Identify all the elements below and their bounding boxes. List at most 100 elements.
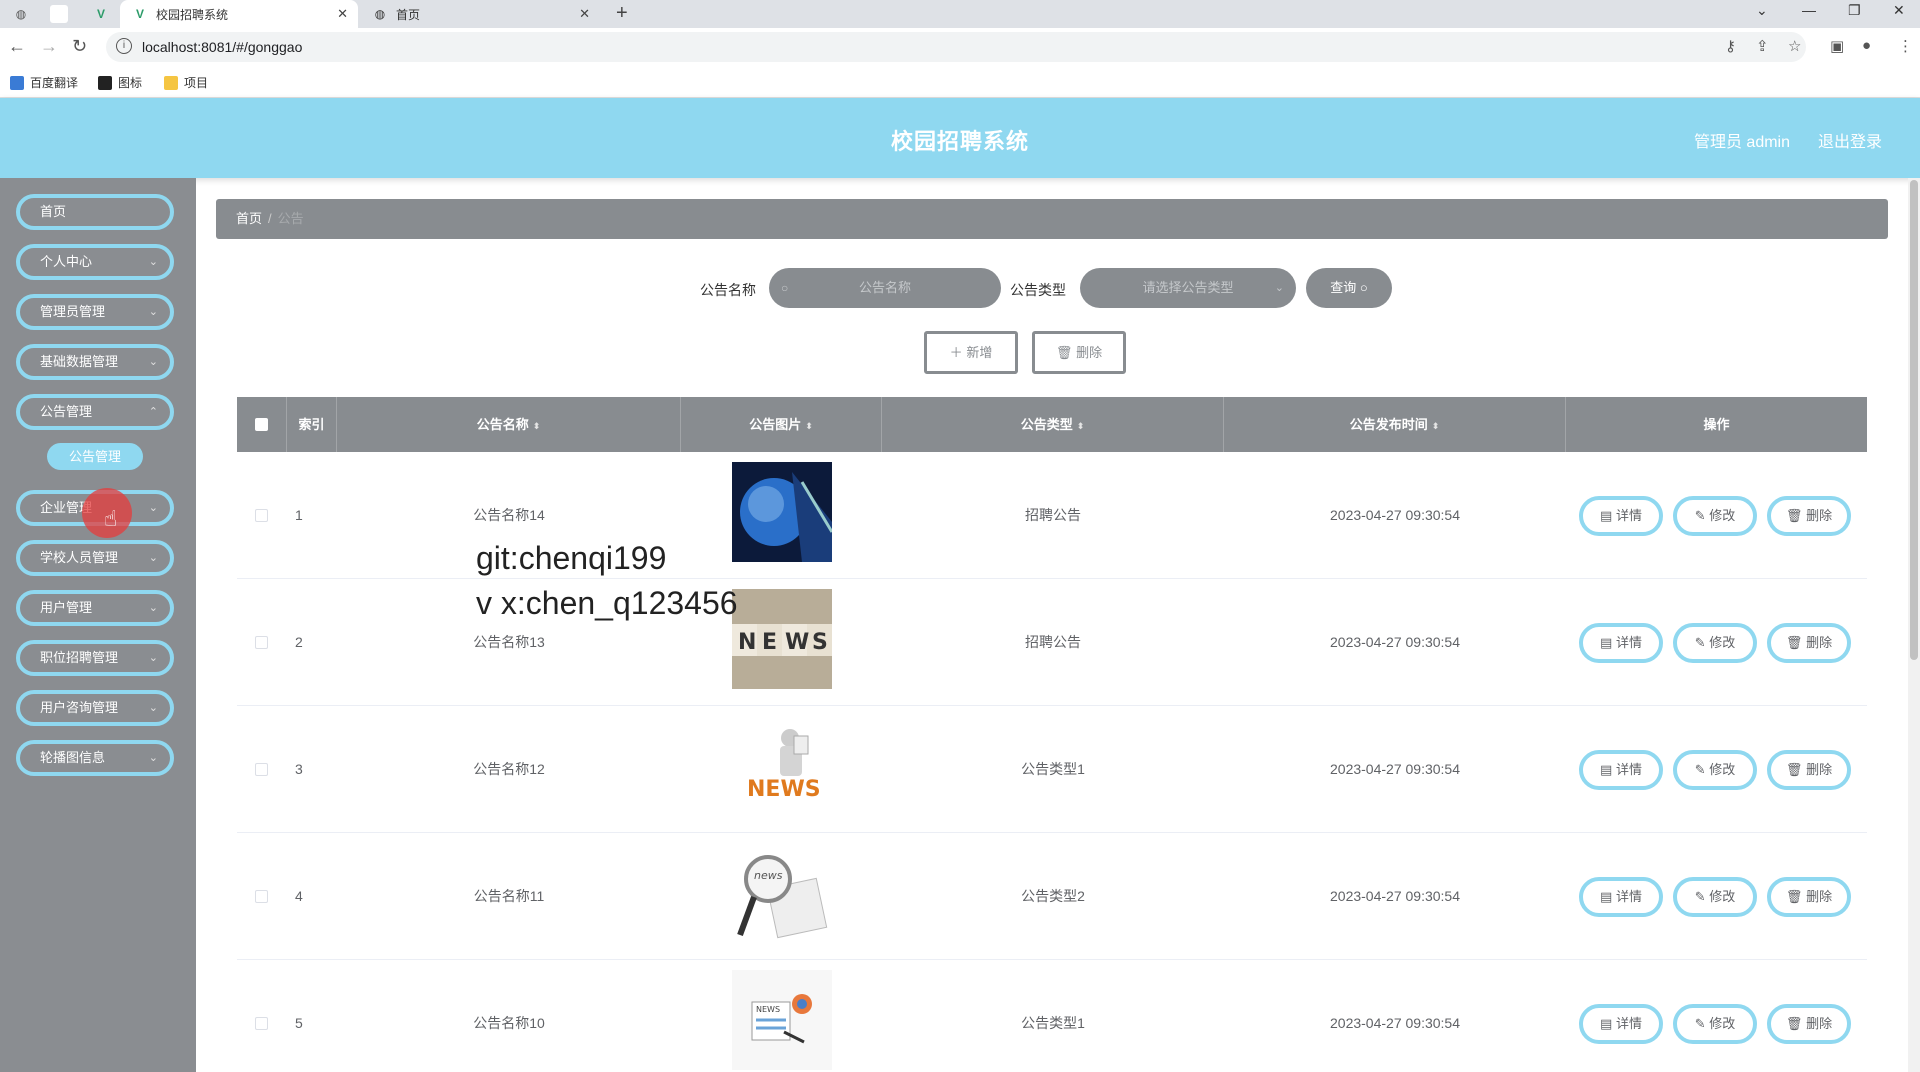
- back-icon[interactable]: ←: [8, 36, 26, 57]
- close-icon[interactable]: ✕: [337, 6, 348, 22]
- cell-type: 招聘公告: [1025, 507, 1081, 523]
- menu-icon[interactable]: ⋮: [1898, 37, 1913, 55]
- globe-icon[interactable]: ◍: [12, 5, 30, 23]
- edit-button[interactable]: ✎ 修改: [1673, 623, 1757, 663]
- app-header: 校园招聘系统 管理员 admin 退出登录: [0, 98, 1920, 178]
- row-checkbox[interactable]: [255, 636, 268, 649]
- header-time-label: 公告发布时间: [1349, 417, 1428, 432]
- sidebar-item-user-consult[interactable]: 用户咨询管理 ⌄: [16, 690, 174, 726]
- svg-text:S: S: [812, 630, 828, 655]
- tab-home[interactable]: ◍ 首页 ✕: [360, 0, 600, 28]
- detail-label: 详情: [1615, 635, 1642, 650]
- sidebar-item-announcement[interactable]: 公告管理 ⌃: [16, 394, 174, 430]
- header-time[interactable]: 公告发布时间 ⬍: [1224, 397, 1566, 452]
- chevron-down-icon[interactable]: ⌄: [1756, 2, 1768, 19]
- sort-icon[interactable]: ⬍: [533, 421, 541, 431]
- sidebar-item-job-recruitment[interactable]: 职位招聘管理 ⌄: [16, 640, 174, 676]
- edit-button[interactable]: ✎ 修改: [1673, 1004, 1757, 1044]
- name-search-input[interactable]: ○ 公告名称: [769, 268, 1001, 308]
- header-name[interactable]: 公告名称 ⬍: [337, 397, 681, 452]
- new-tab-icon[interactable]: +: [616, 2, 628, 25]
- edit-button[interactable]: ✎ 修改: [1673, 750, 1757, 790]
- header-ops-label: 操作: [1703, 417, 1730, 432]
- vue-icon[interactable]: V: [92, 5, 110, 23]
- cell-index: 5: [295, 1015, 303, 1031]
- tab-active[interactable]: V 校园招聘系统 ✕: [120, 0, 358, 28]
- edit-label: 修改: [1709, 1016, 1736, 1031]
- type-label: 公告类型: [1010, 282, 1066, 298]
- batch-delete-button[interactable]: 🗑 删除: [1032, 331, 1126, 374]
- delete-button[interactable]: 🗑 删除: [1767, 750, 1851, 790]
- announcement-image: NEWS: [732, 589, 832, 689]
- edit-button[interactable]: ✎ 修改: [1673, 877, 1757, 917]
- breadcrumb: 首页 / 公告: [216, 199, 1888, 239]
- cell-time: 2023-04-27 09:30:54: [1330, 507, 1460, 523]
- delete-button[interactable]: 🗑 删除: [1767, 623, 1851, 663]
- row-checkbox[interactable]: [255, 763, 268, 776]
- bookmarks-bar: 百度翻译 图标 项目: [0, 66, 1920, 98]
- trash-icon: 🗑: [1785, 889, 1803, 904]
- detail-button[interactable]: ▤ 详情: [1579, 623, 1663, 663]
- sidepanel-icon[interactable]: ▣: [1830, 37, 1844, 55]
- bookmark-baidu-translate[interactable]: 百度翻译: [10, 74, 78, 91]
- detail-button[interactable]: ▤ 详情: [1579, 496, 1663, 536]
- chevron-down-icon: ⌄: [1274, 282, 1284, 294]
- image-icon: [98, 75, 112, 90]
- watermark-line: v x:chen_q123456: [476, 585, 738, 621]
- sidebar-item-basic-data[interactable]: 基础数据管理 ⌄: [16, 344, 174, 380]
- type-select[interactable]: 请选择公告类型 ⌄: [1080, 268, 1296, 308]
- sort-icon[interactable]: ⬍: [805, 421, 813, 431]
- bookmark-icons[interactable]: 图标: [98, 74, 142, 91]
- share-icon[interactable]: ⇪: [1756, 37, 1769, 55]
- scrollbar-thumb[interactable]: [1910, 180, 1918, 660]
- close-window-icon[interactable]: ✕: [1893, 2, 1905, 19]
- query-button[interactable]: 查询 ○: [1306, 268, 1392, 308]
- minimize-icon[interactable]: —: [1802, 2, 1816, 18]
- row-checkbox[interactable]: [255, 1017, 268, 1030]
- header-type[interactable]: 公告类型 ⬍: [882, 397, 1224, 452]
- delete-label: 删除: [1806, 1016, 1833, 1031]
- edit-button[interactable]: ✎ 修改: [1673, 496, 1757, 536]
- delete-button[interactable]: 🗑 删除: [1767, 1004, 1851, 1044]
- sort-icon[interactable]: ⬍: [1432, 421, 1440, 431]
- sidebar-item-carousel[interactable]: 轮播图信息 ⌄: [16, 740, 174, 776]
- sidebar-item-users[interactable]: 用户管理 ⌄: [16, 590, 174, 626]
- delete-button[interactable]: 🗑 删除: [1767, 877, 1851, 917]
- add-button[interactable]: ＋ 新增: [924, 331, 1018, 374]
- table-row: 3 公告名称12 NEWS 公告类型1 2023-04-27 09:30:54 …: [237, 706, 1867, 833]
- sidebar-item-home[interactable]: 首页: [16, 194, 174, 230]
- detail-button[interactable]: ▤ 详情: [1579, 750, 1663, 790]
- sort-icon[interactable]: ⬍: [1077, 421, 1085, 431]
- restore-icon[interactable]: ❐: [1848, 2, 1861, 19]
- row-checkbox[interactable]: [255, 890, 268, 903]
- blank-tab-icon[interactable]: [50, 5, 68, 23]
- logout-link[interactable]: 退出登录: [1818, 128, 1882, 152]
- sidebar-item-school-staff[interactable]: 学校人员管理 ⌄: [16, 540, 174, 576]
- detail-button[interactable]: ▤ 详情: [1579, 1004, 1663, 1044]
- close-icon[interactable]: ✕: [579, 6, 590, 22]
- sidebar-item-label: 学校人员管理: [40, 550, 119, 565]
- row-checkbox[interactable]: [255, 509, 268, 522]
- delete-button[interactable]: 🗑 删除: [1767, 496, 1851, 536]
- sidebar-subitem-announcement[interactable]: 公告管理: [47, 443, 143, 470]
- url-field[interactable]: i localhost:8081/#/gonggao: [106, 32, 1806, 62]
- star-icon[interactable]: ☆: [1788, 37, 1801, 55]
- plus-icon: ＋: [949, 345, 963, 360]
- select-all-checkbox[interactable]: [255, 418, 268, 431]
- detail-label: 详情: [1615, 508, 1642, 523]
- bookmark-project[interactable]: 项目: [164, 74, 208, 91]
- chevron-down-icon: ⌄: [148, 702, 158, 714]
- key-icon[interactable]: ⚷: [1725, 37, 1736, 55]
- reload-icon[interactable]: ↻: [72, 36, 87, 57]
- svg-text:E: E: [762, 630, 777, 655]
- forward-icon[interactable]: →: [40, 36, 58, 57]
- page-scrollbar[interactable]: [1908, 178, 1920, 1072]
- detail-button[interactable]: ▤ 详情: [1579, 877, 1663, 917]
- profile-icon[interactable]: ●: [1862, 37, 1871, 54]
- search-icon: ○: [781, 281, 789, 295]
- info-icon[interactable]: i: [116, 38, 132, 54]
- header-image[interactable]: 公告图片 ⬍: [681, 397, 882, 452]
- detail-label: 详情: [1615, 762, 1642, 777]
- document-icon: ▤: [1600, 762, 1613, 777]
- breadcrumb-home[interactable]: 首页: [236, 211, 262, 226]
